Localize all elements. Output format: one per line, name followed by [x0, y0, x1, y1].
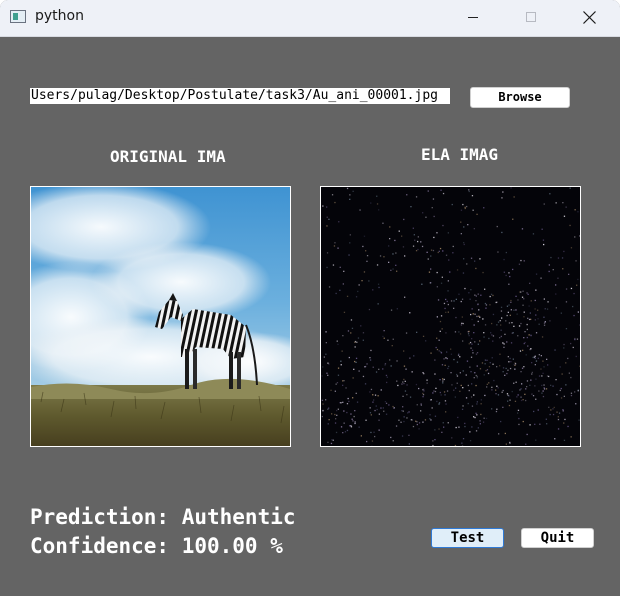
window-title: python [35, 8, 84, 24]
ela-image-title: ELA IMAG [421, 145, 499, 164]
confidence-text: Confidence: 100.00 % [30, 534, 283, 558]
original-image [30, 186, 291, 447]
browse-button[interactable]: Browse [470, 87, 570, 108]
file-path-input[interactable] [30, 88, 450, 104]
ela-image [320, 186, 581, 447]
zebra-photo [31, 187, 290, 446]
app-window: python Browse ORIGINAL IMA ELA IMAG [0, 0, 620, 596]
close-icon [583, 11, 596, 24]
python-app-icon [10, 10, 26, 23]
ela-noise-render [321, 187, 580, 446]
quit-button[interactable]: Quit [521, 528, 594, 548]
title-bar: python [0, 0, 620, 37]
original-image-title: ORIGINAL IMA [110, 147, 226, 166]
prediction-text: Prediction: Authentic [30, 505, 296, 529]
minimize-button[interactable] [444, 0, 502, 36]
close-button[interactable] [560, 0, 618, 36]
maximize-button[interactable] [502, 0, 560, 36]
test-button[interactable]: Test [431, 528, 504, 548]
